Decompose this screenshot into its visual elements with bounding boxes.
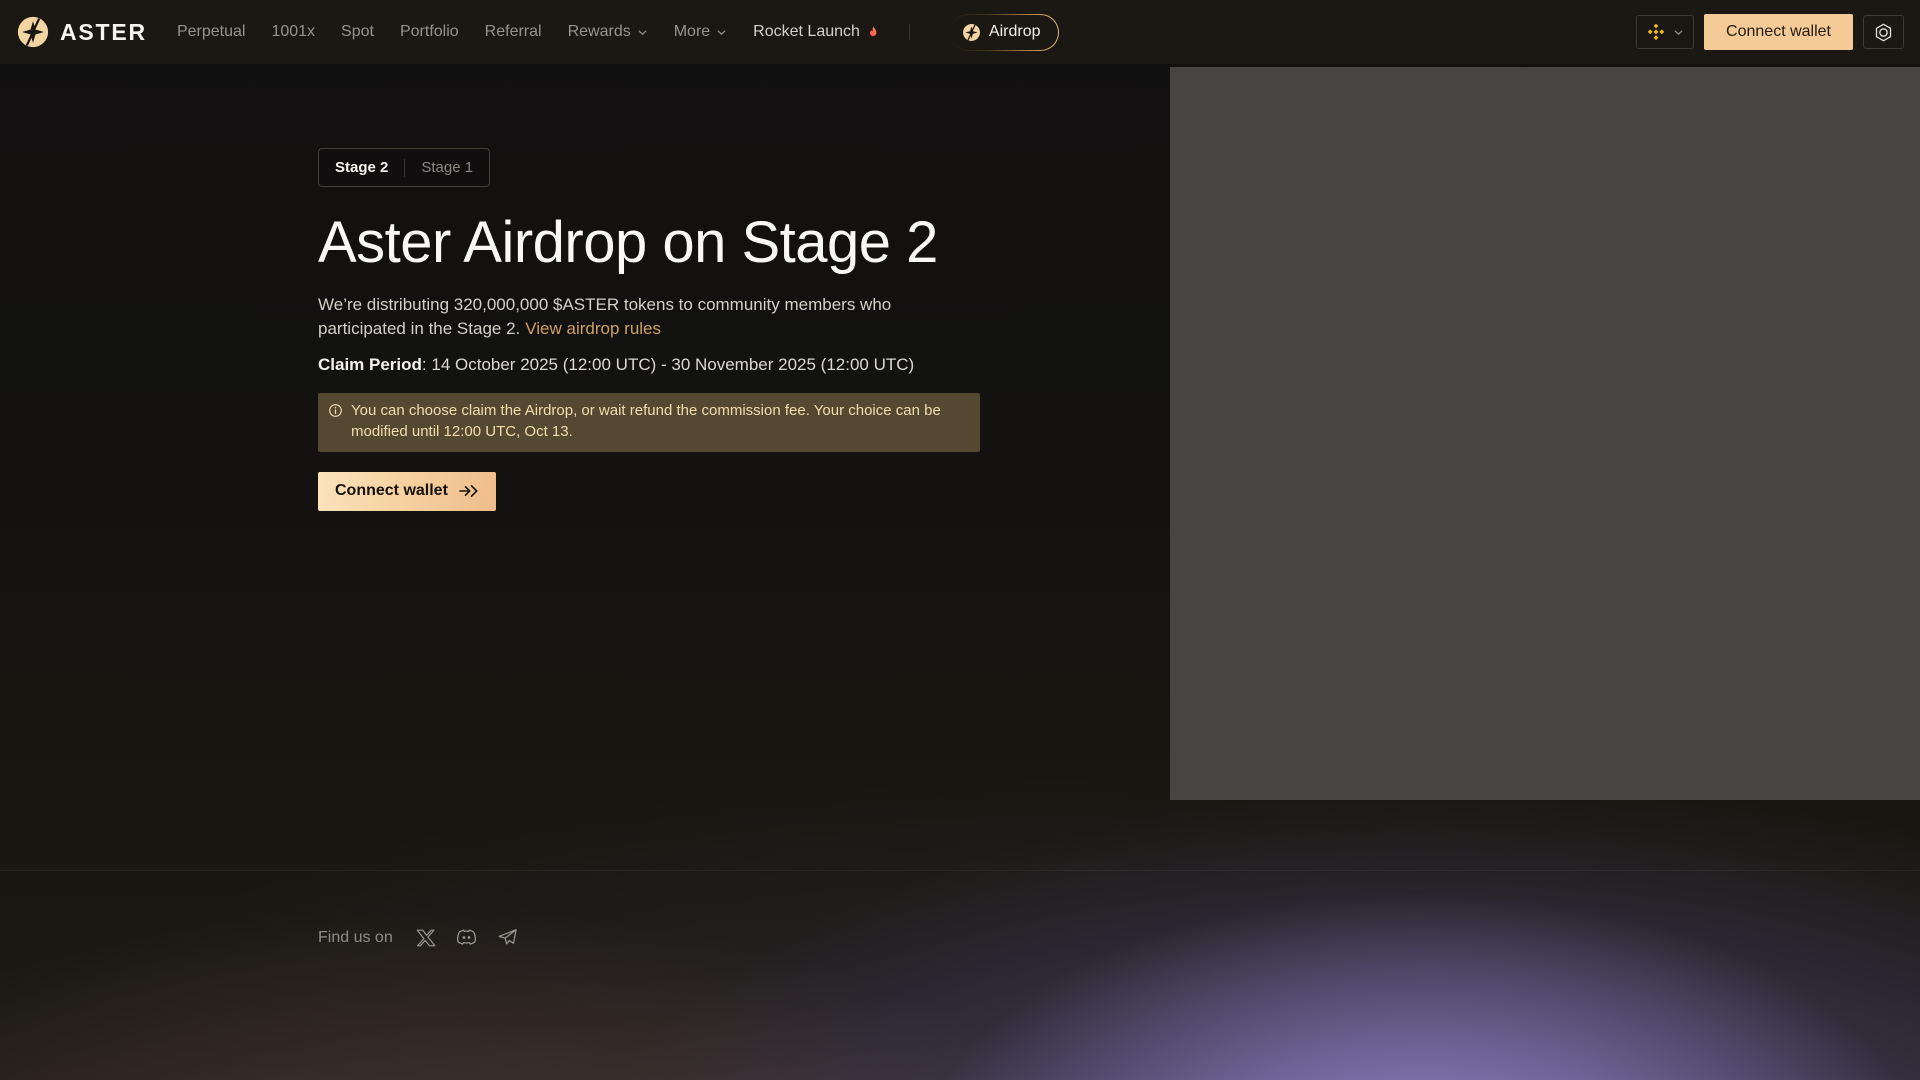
arrow-right-icon [459,485,478,498]
content-placeholder [1170,67,1920,800]
social-link-discord[interactable] [455,926,478,949]
claim-period-value: : 14 October 2025 (12:00 UTC) - 30 Novem… [421,355,915,375]
x-twitter-icon [416,929,436,946]
stage-tabs: Stage 2 Stage 1 [318,148,491,187]
nav-item-portfolio[interactable]: Portfolio [400,23,459,41]
top-nav: ASTER Perpetual 1001x Spot Portfolio Ref… [0,0,1920,64]
nav-item-rocket-launch[interactable]: Rocket Launch [753,23,881,41]
discord-icon [456,929,476,945]
background-seam [0,870,1920,871]
flame-icon [869,25,877,36]
airdrop-label: Airdrop [988,23,1041,40]
chevron-down-icon [1674,29,1683,35]
main-nav: Perpetual 1001x Spot Portfolio Referral … [177,13,1060,51]
tab-stage-1[interactable]: Stage 1 [405,149,489,186]
view-airdrop-rules-link[interactable]: View airdrop rules [525,319,661,338]
settings-gear-icon [1875,23,1892,41]
nav-item-1001x[interactable]: 1001x [271,23,315,41]
hero-section: Stage 2 Stage 1 Aster Airdrop on Stage 2… [318,148,1018,511]
nav-item-more[interactable]: More [674,23,727,41]
social-link-telegram[interactable] [496,926,519,949]
social-bar: Find us on [318,926,519,949]
brand-wordmark: ASTER [60,18,147,45]
nav-divider [908,24,910,40]
notice-text: You can choose claim the Airdrop, or wai… [351,402,941,440]
nav-item-perpetual[interactable]: Perpetual [177,23,246,41]
hero-description: We’re distributing 320,000,000 $ASTER to… [318,295,892,339]
connect-wallet-button[interactable]: Connect wallet [1704,14,1853,50]
chevron-down-icon [717,29,726,35]
connect-wallet-cta[interactable]: Connect wallet [318,471,496,511]
nav-item-spot[interactable]: Spot [341,23,374,41]
info-icon [329,404,342,418]
aster-logo[interactable]: ASTER [16,15,147,49]
header-actions: Connect wallet [1636,14,1904,50]
telegram-icon [498,929,517,945]
aster-logo-icon [962,23,980,41]
settings-button[interactable] [1863,15,1904,49]
aster-logo-icon [17,16,49,48]
page-title: Aster Airdrop on Stage 2 [318,210,938,275]
nav-item-airdrop[interactable]: Airdrop [949,13,1060,51]
claim-period-label: Claim Period [318,355,422,375]
claim-period: Claim Period: 14 October 2025 (12:00 UTC… [318,355,1018,375]
tab-stage-2[interactable]: Stage 2 [319,149,404,186]
social-link-x[interactable] [415,927,437,949]
find-us-label: Find us on [318,928,393,946]
network-selector[interactable] [1636,15,1695,49]
bnb-chain-icon [1647,23,1665,41]
nav-item-referral[interactable]: Referral [485,23,542,41]
nav-item-rewards[interactable]: Rewards [568,23,648,41]
chevron-down-icon [638,29,647,35]
notice-banner: You can choose claim the Airdrop, or wai… [318,393,980,452]
